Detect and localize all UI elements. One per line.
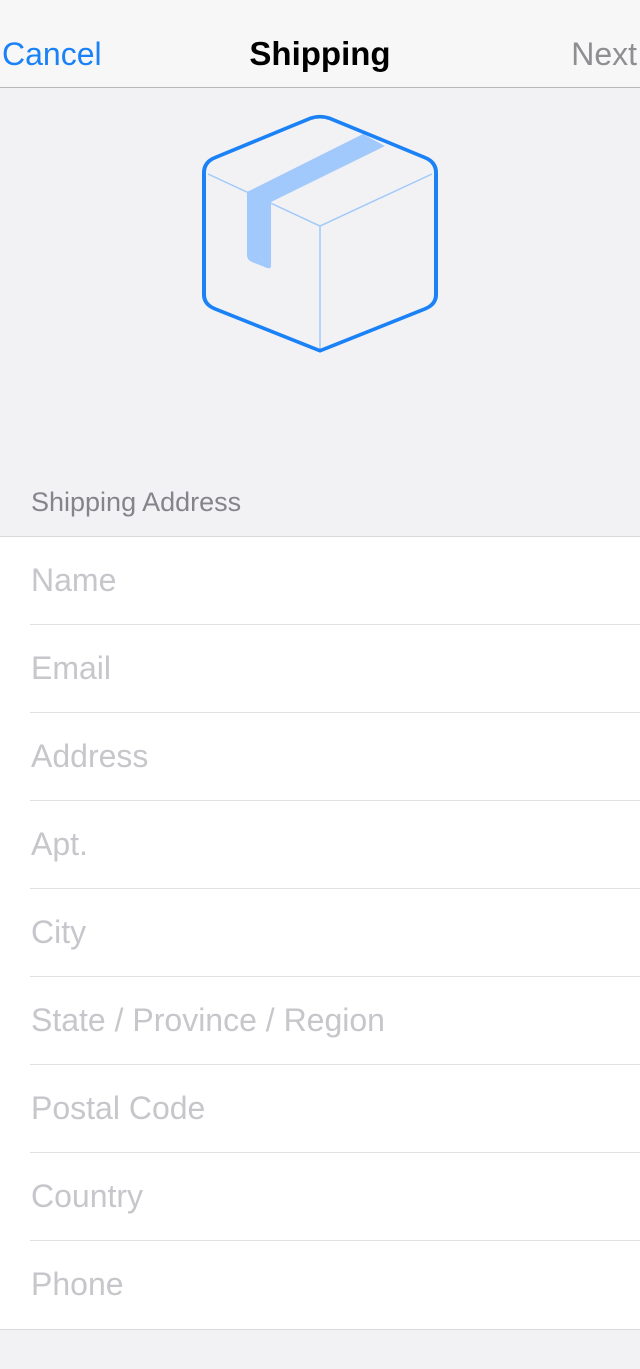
- postal-code-field-row: [30, 1065, 640, 1153]
- name-field-row: [30, 537, 640, 625]
- city-field[interactable]: [30, 889, 631, 976]
- section-header: Shipping Address: [31, 487, 242, 517]
- city-field-row: [30, 889, 640, 977]
- name-field[interactable]: [30, 537, 631, 624]
- navigation-bar: Cancel Shipping Next: [0, 0, 640, 88]
- state-field-row: [30, 977, 640, 1065]
- apt-field[interactable]: [30, 801, 631, 888]
- address-field[interactable]: [30, 713, 631, 800]
- package-box-icon: [202, 114, 438, 353]
- postal-code-field[interactable]: [30, 1065, 631, 1152]
- address-field-row: [30, 713, 640, 801]
- shipping-address-form: [0, 536, 640, 1330]
- email-field-row: [30, 625, 640, 713]
- page-title: Shipping: [249, 35, 391, 72]
- hero-section: [0, 88, 640, 464]
- state-field[interactable]: [30, 977, 631, 1064]
- next-button[interactable]: Next: [571, 34, 637, 74]
- phone-field[interactable]: [30, 1241, 631, 1328]
- country-field-row: [30, 1153, 640, 1241]
- apt-field-row: [30, 801, 640, 889]
- phone-field-row: [30, 1241, 640, 1329]
- email-field[interactable]: [30, 625, 631, 712]
- country-field[interactable]: [30, 1153, 631, 1240]
